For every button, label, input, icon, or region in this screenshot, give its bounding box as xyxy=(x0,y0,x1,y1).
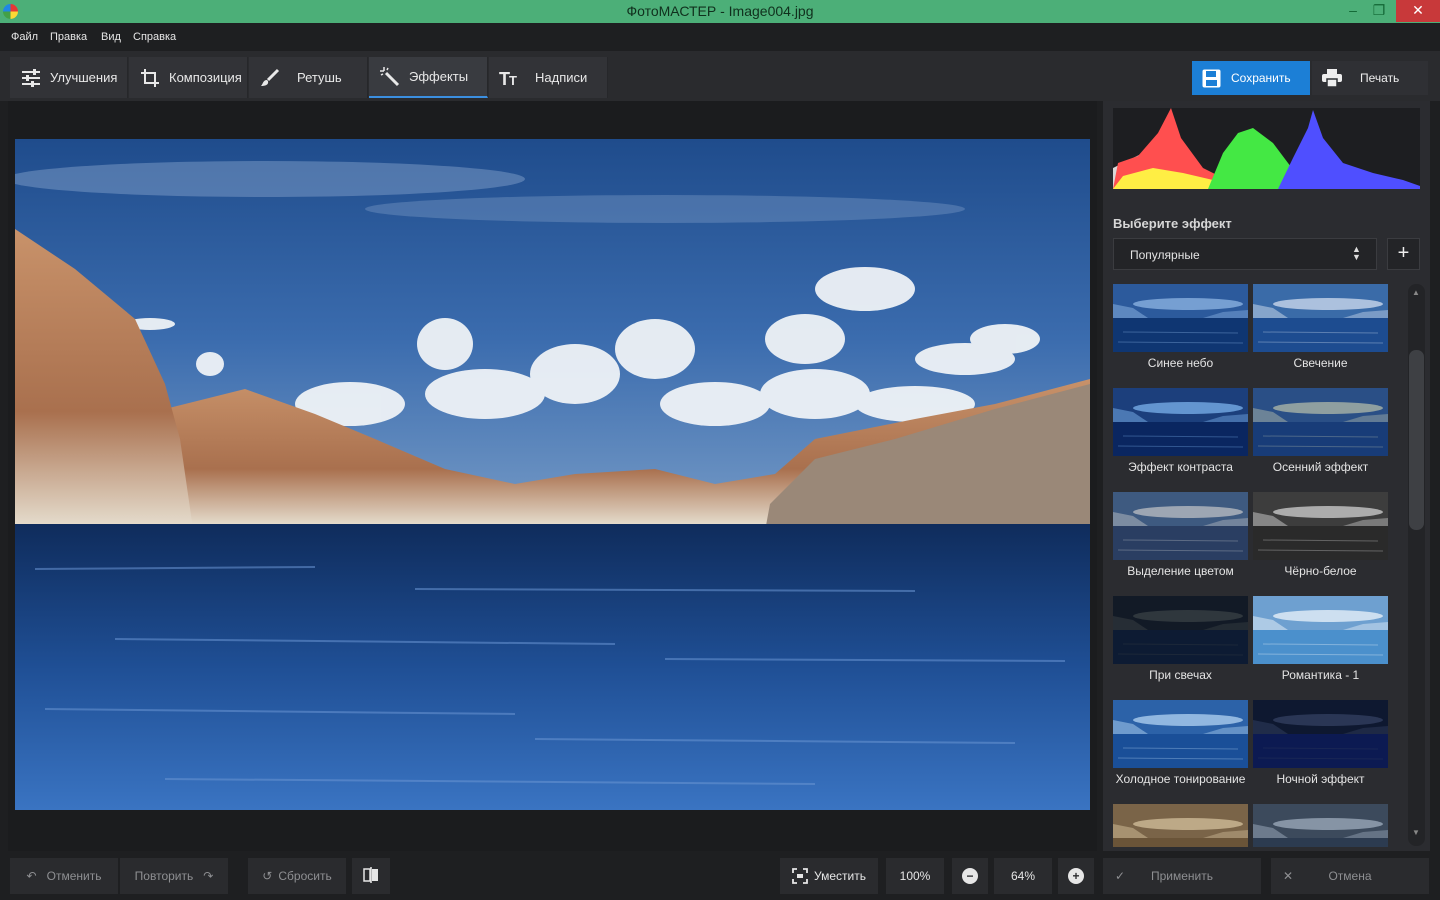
fit-screen-icon xyxy=(792,868,808,884)
compare-button[interactable] xyxy=(352,858,390,894)
effect-thumbnail[interactable] xyxy=(1253,284,1388,352)
apply-label: Применить xyxy=(1150,869,1213,883)
redo-icon: ↷ xyxy=(203,869,214,883)
fit-button[interactable]: Уместить xyxy=(780,858,878,894)
close-button[interactable]: ✕ xyxy=(1396,0,1440,22)
effect-label: При свечах xyxy=(1149,668,1212,682)
print-button[interactable]: Печать xyxy=(1312,61,1428,95)
undo-icon: ↶ xyxy=(26,869,37,883)
menu-bar xyxy=(0,23,1440,51)
close-icon: ✕ xyxy=(1283,869,1294,883)
add-effect-button[interactable]: + xyxy=(1387,238,1420,270)
tab-enhance[interactable]: Улучшения xyxy=(10,57,128,98)
effect-label: Выделение цветом xyxy=(1127,564,1234,578)
zoom-100-button[interactable]: 100% xyxy=(886,858,944,894)
minus-circle-icon: − xyxy=(962,868,978,884)
fit-label: Уместить xyxy=(814,869,866,883)
cancel-label: Отмена xyxy=(1328,869,1372,883)
sliders-icon xyxy=(20,67,42,89)
effect-label: Осенний эффект xyxy=(1272,460,1369,474)
effect-thumbnail[interactable] xyxy=(1113,804,1248,847)
effects-grid: Синее небо Свечение Эффект контраста Осенни… xyxy=(1110,284,1400,847)
scroll-up-icon[interactable]: ▲ xyxy=(1412,288,1420,297)
reset-label: Сбросить xyxy=(278,869,332,883)
floppy-icon xyxy=(1202,69,1221,88)
print-label: Печать xyxy=(1360,71,1400,85)
scroll-down-icon[interactable]: ▼ xyxy=(1412,828,1420,837)
effect-label: Ночной эффект xyxy=(1276,772,1365,786)
effect-label: Холодное тонирование xyxy=(1115,772,1246,786)
tab-effects-label: Эффекты xyxy=(409,69,469,84)
brush-icon xyxy=(259,67,281,89)
effect-thumbnail[interactable] xyxy=(1253,596,1388,664)
effect-thumbnail[interactable] xyxy=(1113,284,1248,352)
reset-icon: ↺ xyxy=(262,869,273,883)
tab-composition-label: Композиция xyxy=(169,70,242,85)
effect-thumbnail[interactable] xyxy=(1253,388,1388,456)
save-button[interactable]: Сохранить xyxy=(1192,61,1310,95)
window-title: ФотоМАСТЕР - Image004.jpg xyxy=(626,3,814,19)
category-dropdown[interactable]: Популярные xyxy=(1113,238,1377,270)
scrollbar-thumb[interactable] xyxy=(1409,350,1424,530)
text-icon: TT xyxy=(499,67,521,89)
redo-label: Повторить xyxy=(134,869,194,883)
reset-button[interactable]: ↺ Сбросить xyxy=(248,858,346,894)
photo-canvas[interactable] xyxy=(15,139,1090,810)
effect-label: Чёрно-белое xyxy=(1284,564,1357,578)
menu-edit[interactable]: Правка xyxy=(50,31,87,43)
save-label: Сохранить xyxy=(1231,71,1291,85)
menu-file[interactable]: Файл xyxy=(11,31,38,43)
effect-thumbnail[interactable] xyxy=(1253,492,1388,560)
effect-label: Эффект контраста xyxy=(1128,460,1233,474)
maximize-button[interactable]: ❐ xyxy=(1364,0,1394,22)
effect-thumbnail[interactable] xyxy=(1113,388,1248,456)
effect-thumbnail[interactable] xyxy=(1253,700,1388,768)
chevron-updown-icon: ▲ ▼ xyxy=(1352,244,1361,262)
zoom-level: 64% xyxy=(994,858,1052,894)
effect-label: Романтика - 1 xyxy=(1281,668,1360,682)
tab-composition[interactable]: Композиция xyxy=(129,57,248,98)
printer-icon xyxy=(1322,69,1342,87)
effect-label: Свечение xyxy=(1293,356,1348,370)
tab-effects[interactable]: Эффекты xyxy=(369,57,488,98)
undo-label: Отменить xyxy=(46,869,102,883)
effect-thumbnail[interactable] xyxy=(1253,804,1388,847)
apply-button[interactable]: ✓ Применить xyxy=(1103,858,1261,894)
histogram xyxy=(1113,108,1420,189)
tab-retouch-label: Ретушь xyxy=(297,70,342,85)
tab-enhance-label: Улучшения xyxy=(50,70,118,85)
menu-view[interactable]: Вид xyxy=(101,31,121,43)
cancel-button[interactable]: ✕ Отмена xyxy=(1271,858,1429,894)
zoom-out-button[interactable]: − xyxy=(952,858,988,894)
tab-captions[interactable]: TT Надписи xyxy=(489,57,608,98)
choose-effect-label: Выберите эффект xyxy=(1113,216,1232,231)
menu-help[interactable]: Справка xyxy=(133,31,176,43)
check-icon: ✓ xyxy=(1115,869,1126,883)
tab-captions-label: Надписи xyxy=(535,70,588,85)
effect-label: Синее небо xyxy=(1147,356,1214,370)
svg-text:T: T xyxy=(509,73,517,87)
effect-thumbnail[interactable] xyxy=(1113,700,1248,768)
tab-retouch[interactable]: Ретушь xyxy=(249,57,368,98)
crop-icon xyxy=(139,67,161,89)
magic-wand-icon xyxy=(379,66,401,88)
undo-button[interactable]: ↶ Отменить xyxy=(10,858,118,894)
plus-circle-icon: + xyxy=(1068,868,1084,884)
effect-thumbnail[interactable] xyxy=(1113,596,1248,664)
compare-icon xyxy=(363,866,379,886)
redo-button[interactable]: Повторить ↷ xyxy=(120,858,228,894)
zoom-in-button[interactable]: + xyxy=(1058,858,1094,894)
effect-thumbnail[interactable] xyxy=(1113,492,1248,560)
